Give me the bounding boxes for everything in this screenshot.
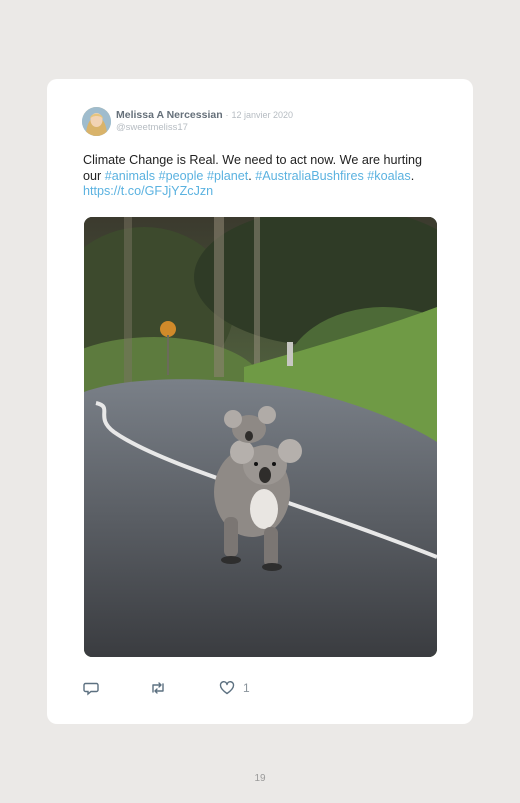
hashtag-australiabushfires[interactable]: #AustraliaBushfires — [255, 169, 364, 183]
tweet-actions: 1 — [83, 679, 383, 697]
koala-photo[interactable] — [84, 217, 437, 657]
retweet-button[interactable] — [149, 679, 167, 697]
retweet-icon[interactable] — [149, 680, 167, 696]
author-handle[interactable]: @sweetmeliss17 — [116, 122, 188, 133]
hashtag-planet[interactable]: #planet — [207, 169, 248, 183]
author-name[interactable]: Melissa A Nercessian — [116, 109, 223, 121]
like-button[interactable]: 1 — [219, 679, 250, 697]
separator-dot: · — [225, 110, 229, 120]
reply-button[interactable] — [83, 679, 99, 697]
tweet-header: Melissa A Nercessian · 12 janvier 2020 @… — [82, 107, 442, 137]
tweet-text: Climate Change is Real. We need to act n… — [83, 153, 443, 200]
heart-icon[interactable] — [219, 680, 235, 696]
tweet-date[interactable]: 12 janvier 2020 — [231, 110, 293, 120]
hashtag-animals[interactable]: #animals — [105, 169, 155, 183]
page-number: 19 — [254, 773, 266, 784]
tweet-card: Melissa A Nercessian · 12 janvier 2020 @… — [47, 79, 473, 724]
avatar[interactable] — [82, 107, 111, 136]
reply-icon[interactable] — [83, 680, 99, 696]
hashtag-people[interactable]: #people — [159, 169, 204, 183]
like-count: 1 — [243, 681, 250, 695]
text-punctuation: . — [410, 168, 415, 183]
tweet-link[interactable]: https://t.co/GFJjYZcJzn — [83, 184, 213, 198]
hashtag-koalas[interactable]: #koalas — [367, 169, 410, 183]
